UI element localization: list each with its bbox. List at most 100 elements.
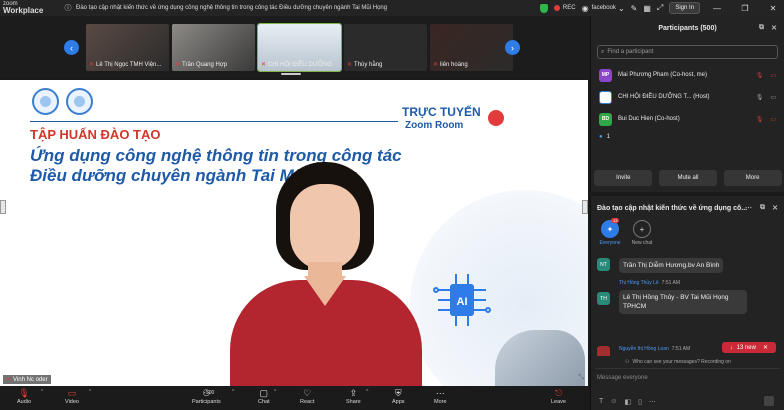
tab-everyone[interactable]: ✦ 13 Everyone	[595, 218, 625, 256]
close-panel-icon[interactable]: ✕	[771, 24, 777, 32]
video-off-icon[interactable]: ▭	[770, 116, 776, 123]
mic-muted-icon: ✕	[433, 62, 439, 68]
title-bar: zoom Workplace ⓘ Đào tạo cập nhật kiến t…	[0, 0, 784, 16]
participant-thumbnail-active[interactable]: ✕ CHI HỘI ĐIỀU DƯỠNG	[257, 23, 342, 72]
chat-messages: NT Trần Thị Diễm Hương.bv An Bình Thị Hồ…	[591, 256, 784, 356]
chat-button[interactable]: ▢ Chat ^	[258, 388, 276, 405]
avatar: TH	[597, 292, 610, 305]
chevron-up-icon[interactable]: ^	[366, 389, 368, 395]
participant-name: Bui Duc Hien (Co-host)	[618, 116, 680, 122]
close-window-button[interactable]: ✕	[762, 4, 784, 13]
chat-more-icon[interactable]: ⋯	[745, 204, 752, 212]
format-icon[interactable]: T	[599, 398, 603, 406]
mute-all-button[interactable]: Mute all	[658, 170, 717, 186]
sign-in-button[interactable]: Sign In	[669, 2, 700, 14]
participant-name: Mai Phương Pham (Co-host, me)	[618, 72, 707, 78]
mic-muted-icon: 🎙	[18, 388, 30, 398]
participant-row[interactable]: BD Bui Duc Hien (Co-host) 🎙 ▭	[591, 108, 784, 130]
close-icon[interactable]: ✕	[763, 344, 768, 351]
chevron-up-icon[interactable]: ^	[232, 389, 234, 395]
mic-icon[interactable]: 🎙	[756, 94, 764, 101]
pop-out-icon[interactable]: ⧉	[759, 24, 764, 32]
share-scroll-left[interactable]	[0, 200, 6, 214]
recording-indicator[interactable]: REC	[553, 5, 576, 11]
react-button[interactable]: ♡ React	[300, 388, 314, 405]
participant-row[interactable]: MP Mai Phương Pham (Co-host, me) 🎙 ▭	[591, 64, 784, 86]
share-scroll-right[interactable]	[582, 200, 588, 214]
invite-button[interactable]: Invite	[594, 170, 653, 186]
emoji-icon[interactable]: ☺	[610, 398, 617, 406]
expand-icon[interactable]: ⤡	[578, 374, 584, 382]
mic-muted-icon: ✕	[347, 62, 353, 68]
participants-label: Participants	[192, 399, 221, 405]
grid-view-icon[interactable]: ▦	[643, 4, 651, 13]
participants-header: Participants (500) ⧉ ✕	[591, 16, 784, 40]
tab-new-chat[interactable]: + New chat	[627, 220, 657, 256]
apps-button[interactable]: ⛨ Apps	[392, 388, 405, 405]
message-line-2: TPHCM	[623, 303, 647, 310]
message-time: 7:51 AM	[661, 280, 681, 286]
chat-icon: ▢	[259, 388, 269, 398]
participant-row[interactable]: CHI HỘI ĐIỀU DƯỠNG T... (Host) 🎙 ▭	[591, 86, 784, 108]
compose-tools: T ☺ ◧ ▯ ⋯	[599, 398, 663, 406]
fullscreen-icon[interactable]: ⤢	[657, 3, 663, 13]
mic-muted-icon[interactable]: 🎙	[756, 116, 764, 123]
video-off-icon[interactable]: ▭	[770, 72, 776, 79]
participant-thumbnail[interactable]: ✕ Thùy hằng	[344, 24, 427, 71]
raised-count: 1	[606, 134, 610, 140]
more-toolbar-button[interactable]: ⋯ More	[434, 388, 447, 405]
chevron-up-icon[interactable]: ^	[41, 389, 43, 395]
audio-button[interactable]: 🎙 Audio ^	[17, 388, 43, 405]
unread-badge: 13	[611, 218, 620, 223]
more-icon: ⋯	[435, 388, 445, 398]
message-line-1: Lê Thị Hồng Thủy - BV Tai Mũi Họng	[623, 294, 729, 301]
meeting-toolbar: 🎙 Audio ^ ▭ Video ^ ⚇ 500 Participants ^…	[0, 386, 588, 410]
who-can-see-link[interactable]: ⚇ Who can see your messages? Recording o…	[591, 356, 784, 368]
close-panel-icon[interactable]: ✕	[772, 204, 778, 212]
share-label: Share	[346, 399, 361, 405]
plus-icon: +	[633, 220, 651, 238]
search-icon: ⌕	[601, 48, 605, 55]
gallery-next-button[interactable]: ›	[505, 40, 520, 55]
gallery-prev-button[interactable]: ‹	[64, 40, 79, 55]
thumbnail-name: CHI HỘI ĐIỀU DƯỠNG	[268, 61, 332, 68]
participant-thumbnail[interactable]: ✕ liên hoàng	[430, 24, 513, 71]
leave-button[interactable]: ⎋ Leave	[551, 388, 566, 405]
more-icon[interactable]: ⋯	[649, 398, 656, 406]
video-icon[interactable]: ▭	[770, 94, 776, 101]
gallery-scroll-indicator[interactable]	[281, 73, 301, 75]
ai-chip-icon: AI	[433, 274, 491, 326]
participant-thumbnail[interactable]: ✕ Trần Quang Hợp	[172, 24, 255, 71]
chevron-up-icon[interactable]: ^	[274, 389, 276, 395]
facebook-live-indicator[interactable]: ◉ facebook ⌄	[582, 4, 625, 13]
share-button[interactable]: ⇪ Share ^	[346, 388, 368, 405]
record-dot-icon	[553, 5, 560, 11]
file-icon[interactable]: ▯	[638, 398, 642, 406]
participant-search-input[interactable]: ⌕ Find a participant	[597, 45, 778, 59]
new-messages-button[interactable]: ↓ 13 new ✕	[721, 342, 776, 353]
message-input[interactable]: Message everyone T ☺ ◧ ▯ ⋯	[595, 368, 780, 408]
compose-placeholder: Message everyone	[597, 375, 648, 381]
screenshot-icon[interactable]: ◧	[624, 398, 631, 406]
chat-tabs: ✦ 13 Everyone + New chat	[591, 218, 784, 256]
participants-panel: Participants (500) ⧉ ✕ ⌕ Find a particip…	[590, 16, 784, 192]
chevron-up-icon[interactable]: ^	[89, 389, 91, 395]
video-label: Video	[65, 399, 79, 405]
mic-muted-icon[interactable]: 🎙	[756, 72, 764, 79]
presenter-name-tag: ✕ Vinh Nc oder	[3, 375, 51, 384]
security-shield-icon[interactable]	[539, 3, 548, 13]
participant-thumbnail[interactable]: ✕ Lê Thị Ngọc TMH Viện...	[86, 24, 169, 71]
minimize-button[interactable]: —	[706, 4, 728, 13]
video-button[interactable]: ▭ Video ^	[65, 388, 91, 405]
participants-button[interactable]: ⚇ 500 Participants ^	[192, 388, 234, 405]
presenter-video	[228, 158, 428, 386]
heart-icon: ♡	[303, 388, 312, 398]
settings-icon[interactable]: ✎	[631, 4, 638, 13]
video-gallery-strip: ‹ ✕ Lê Thị Ngọc TMH Viện... ✕ Trần Quang H…	[0, 16, 588, 78]
send-button[interactable]	[764, 396, 774, 406]
pop-out-icon[interactable]: ⧉	[760, 204, 765, 212]
more-button[interactable]: More	[723, 170, 782, 186]
thumbnail-name: Lê Thị Ngọc TMH Viện...	[96, 61, 162, 68]
maximize-button[interactable]: ❐	[734, 4, 756, 13]
meeting-info-icon[interactable]: ⓘ	[64, 4, 72, 12]
